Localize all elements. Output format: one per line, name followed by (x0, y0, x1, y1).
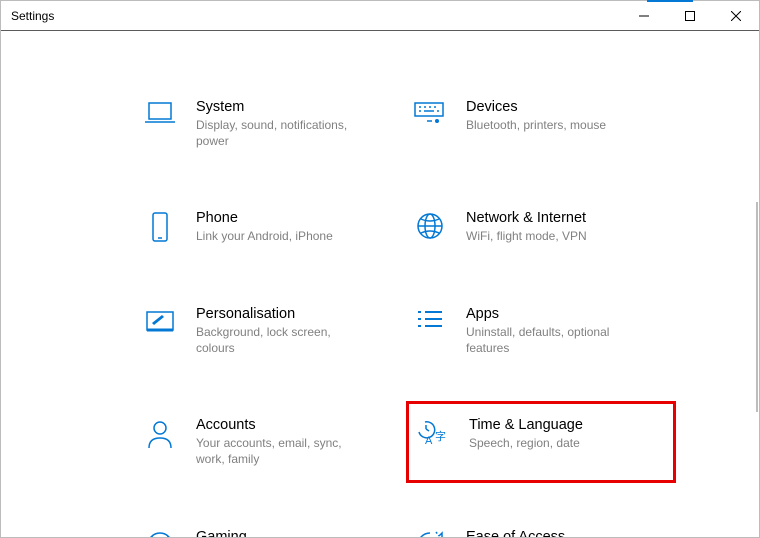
category-desc: Display, sound, notifications, power (196, 117, 366, 149)
content-area: System Display, sound, notifications, po… (1, 32, 759, 537)
category-title: Time & Language (469, 416, 583, 435)
svg-text:A: A (425, 435, 433, 447)
category-desc: Bluetooth, printers, mouse (466, 117, 606, 133)
ease-of-access-icon (415, 530, 445, 537)
scrollbar[interactable] (756, 202, 758, 412)
xbox-icon (145, 530, 175, 537)
category-title: Gaming (196, 528, 247, 537)
category-gaming[interactable]: Gaming (136, 522, 406, 537)
keyboard-icon (413, 100, 447, 128)
minimize-icon (639, 11, 649, 21)
category-title: Network & Internet (466, 209, 587, 228)
close-button[interactable] (713, 1, 759, 31)
personalisation-icon (144, 307, 176, 335)
person-icon (146, 418, 174, 450)
close-icon (731, 11, 741, 21)
category-apps[interactable]: Apps Uninstall, defaults, optional featu… (406, 299, 676, 362)
category-devices[interactable]: Devices Bluetooth, printers, mouse (406, 92, 676, 155)
category-desc: Your accounts, email, sync, work, family (196, 435, 366, 467)
globe-icon (415, 211, 445, 241)
apps-list-icon (415, 307, 445, 333)
window-title: Settings (1, 9, 54, 23)
titlebar: Settings (1, 1, 759, 31)
accent-strip (647, 0, 693, 2)
category-desc: WiFi, flight mode, VPN (466, 228, 587, 244)
category-personalisation[interactable]: Personalisation Background, lock screen,… (136, 299, 406, 362)
category-title: Devices (466, 98, 606, 117)
time-language-icon: A字 (417, 418, 449, 448)
category-system[interactable]: System Display, sound, notifications, po… (136, 92, 406, 155)
category-desc: Background, lock screen, colours (196, 324, 366, 356)
settings-grid: System Display, sound, notifications, po… (136, 92, 676, 537)
maximize-button[interactable] (667, 1, 713, 31)
phone-icon (147, 211, 173, 245)
category-time-language[interactable]: A字 Time & Language Speech, region, date (406, 401, 676, 482)
laptop-icon (144, 100, 176, 128)
category-desc: Speech, region, date (469, 435, 583, 451)
category-title: System (196, 98, 366, 117)
category-desc: Uninstall, defaults, optional features (466, 324, 636, 356)
category-title: Ease of Access (466, 528, 565, 537)
category-phone[interactable]: Phone Link your Android, iPhone (136, 203, 406, 251)
minimize-button[interactable] (621, 1, 667, 31)
category-ease-of-access[interactable]: Ease of Access (406, 522, 676, 537)
category-title: Phone (196, 209, 333, 228)
svg-text:字: 字 (435, 429, 446, 443)
maximize-icon (685, 11, 695, 21)
category-accounts[interactable]: Accounts Your accounts, email, sync, wor… (136, 410, 406, 473)
category-desc: Link your Android, iPhone (196, 228, 333, 244)
category-title: Accounts (196, 416, 366, 435)
category-title: Apps (466, 305, 636, 324)
category-title: Personalisation (196, 305, 366, 324)
category-network[interactable]: Network & Internet WiFi, flight mode, VP… (406, 203, 676, 251)
